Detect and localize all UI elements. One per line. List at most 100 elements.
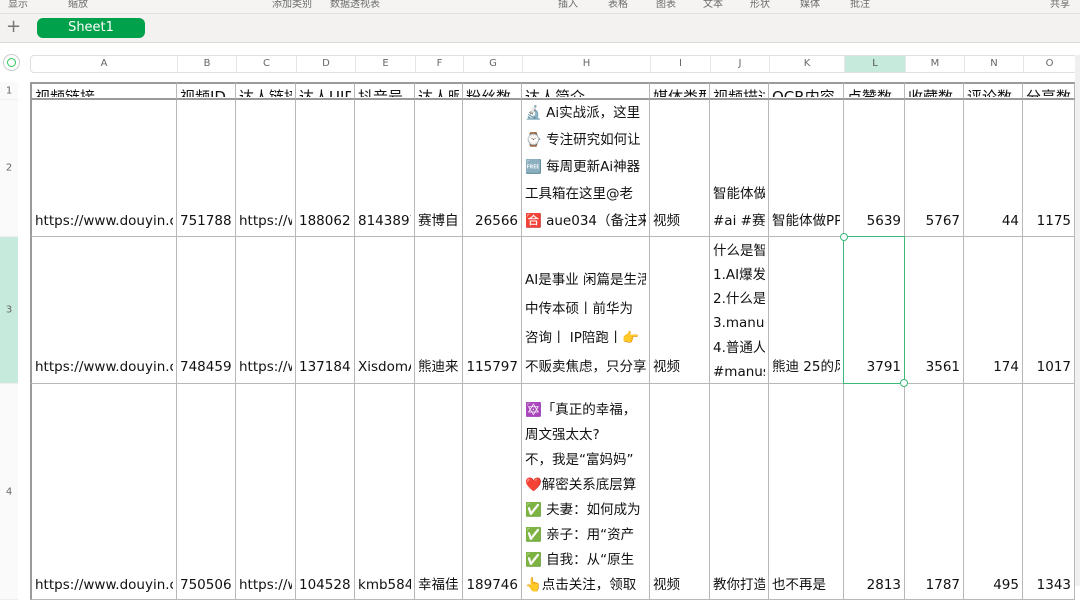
cell-O4[interactable]: 1343: [1023, 384, 1075, 600]
cell-J2[interactable]: 智能体做 #ai #赛博: [710, 100, 769, 237]
column-header-J[interactable]: J: [711, 56, 770, 72]
cell-K2[interactable]: 智能体做PP: [769, 100, 844, 237]
cell-K4[interactable]: 也不再是: [769, 384, 844, 600]
cell-A4[interactable]: https://www.douyin.com: [30, 384, 177, 600]
row-header-1[interactable]: 1: [0, 82, 18, 100]
cell-O1[interactable]: 分享数: [1023, 82, 1075, 100]
cell-L4[interactable]: 2813: [844, 384, 905, 600]
column-header-D[interactable]: D: [297, 56, 356, 72]
cell-D1[interactable]: 达人UID: [296, 82, 355, 100]
column-header-N[interactable]: N: [965, 56, 1024, 72]
cell-D3[interactable]: 13718443: [296, 237, 355, 384]
column-header-G[interactable]: G: [464, 56, 523, 72]
column-header-O[interactable]: O: [1024, 56, 1076, 72]
cell-M2[interactable]: 5767: [905, 100, 964, 237]
cell-N2[interactable]: 44: [964, 100, 1023, 237]
column-header-C[interactable]: C: [237, 56, 297, 72]
plus-icon[interactable]: +: [6, 16, 21, 38]
cell-D4[interactable]: 10452881: [296, 384, 355, 600]
cell-F4[interactable]: 幸福佳: [415, 384, 463, 600]
column-header-K[interactable]: K: [770, 56, 845, 72]
cell-C1[interactable]: 达人链接: [236, 82, 296, 100]
cell-D2[interactable]: 18806287: [296, 100, 355, 237]
cell-L2[interactable]: 5639: [844, 100, 905, 237]
cell-L3[interactable]: 3791: [844, 237, 905, 384]
toolbar-item[interactable]: 文本: [703, 0, 723, 11]
column-header-L[interactable]: L: [845, 56, 906, 72]
column-header-M[interactable]: M: [906, 56, 965, 72]
tab-sheet1[interactable]: Sheet1: [37, 18, 145, 38]
cell-N3[interactable]: 174: [964, 237, 1023, 384]
cell-A2[interactable]: https://www.douyin.com: [30, 100, 177, 237]
cell-I4[interactable]: 视频: [650, 384, 710, 600]
cell-H4[interactable]: 🔯「真正的幸福， 周文强太太? 不，我是“富妈妈” ❤️解密关系底层算 ✅ 夫妻：如何成…: [522, 384, 650, 600]
toolbar-item[interactable]: 共享: [1050, 0, 1070, 11]
cell-C3[interactable]: https://www: [236, 237, 296, 384]
cell-N1[interactable]: 评论数: [964, 82, 1023, 100]
row-header-3[interactable]: 3: [0, 237, 18, 384]
select-all-button[interactable]: [3, 54, 20, 71]
toolbar-item[interactable]: 添加类别: [272, 0, 312, 11]
cell-E2[interactable]: 81438976: [355, 100, 415, 237]
column-header-H[interactable]: H: [523, 56, 651, 72]
cell-C4[interactable]: https://www: [236, 384, 296, 600]
cell-I1[interactable]: 媒体类型: [650, 82, 710, 100]
cell-N4[interactable]: 495: [964, 384, 1023, 600]
cell-I3[interactable]: 视频: [650, 237, 710, 384]
cell-E1[interactable]: 抖音号: [355, 82, 415, 100]
vertical-scrollbar[interactable]: [1075, 55, 1080, 586]
cell-text: 1.AI爆发: [713, 267, 765, 284]
cell-G1[interactable]: 粉丝数: [463, 82, 522, 100]
cell-B4[interactable]: 75050636: [177, 384, 236, 600]
column-header-A[interactable]: A: [31, 56, 178, 72]
toolbar-item[interactable]: 插入: [558, 0, 578, 11]
cell-text: 智能体做PP: [772, 213, 840, 229]
toolbar-item[interactable]: 批注: [850, 0, 870, 11]
cell-J3[interactable]: 什么是智 1.AI爆发 2.什么是 3.manus 4.普通人 #manus #: [710, 237, 769, 384]
cell-E3[interactable]: XisdomAi: [355, 237, 415, 384]
cell-M1[interactable]: 收藏数: [905, 82, 964, 100]
cell-J1[interactable]: 视频描述: [710, 82, 769, 100]
cell-F2[interactable]: 赛博自: [415, 100, 463, 237]
cell-K1[interactable]: OCR内容: [769, 82, 844, 100]
column-header-I[interactable]: I: [651, 56, 711, 72]
toolbar-item[interactable]: 缩放: [68, 0, 88, 11]
cell-B3[interactable]: 74845992: [177, 237, 236, 384]
column-header-B[interactable]: B: [178, 56, 237, 72]
cell-A3[interactable]: https://www.douyin.com: [30, 237, 177, 384]
cell-B2[interactable]: 75178854: [177, 100, 236, 237]
toolbar-item[interactable]: 显示: [8, 0, 28, 11]
toolbar-item[interactable]: 图表: [656, 0, 676, 11]
cell-E4[interactable]: kmb58451: [355, 384, 415, 600]
cell-M3[interactable]: 3561: [905, 237, 964, 384]
column-header-E[interactable]: E: [356, 56, 416, 72]
cell-text: 4.普通人: [713, 339, 765, 356]
cell-I2[interactable]: 视频: [650, 100, 710, 237]
toolbar-item[interactable]: 形状: [750, 0, 770, 11]
cell-O3[interactable]: 1017: [1023, 237, 1075, 384]
row-header-4[interactable]: 4: [0, 384, 18, 600]
cell-H3[interactable]: AI是事业 闲篇是生活 中传本硕丨前华为 咨询丨 IP陪跑丨👉 不贩卖焦虑，只分享: [522, 237, 650, 384]
column-header-F[interactable]: F: [416, 56, 464, 72]
cell-K3[interactable]: 熊迪 25的风: [769, 237, 844, 384]
cell-M4[interactable]: 1787: [905, 384, 964, 600]
cell-text: 🔯「真正的幸福，: [525, 402, 637, 418]
cell-G2[interactable]: 26566: [463, 100, 522, 237]
cell-F1[interactable]: 达人昵称: [415, 82, 463, 100]
row-header-2[interactable]: 2: [0, 100, 18, 237]
cell-text: 咨询丨 IP陪跑丨👉: [525, 330, 640, 346]
cell-A1[interactable]: 视频链接: [30, 82, 177, 100]
cell-B1[interactable]: 视频ID: [177, 82, 236, 100]
cell-O2[interactable]: 1175: [1023, 100, 1075, 237]
cell-L1[interactable]: 点赞数: [844, 82, 905, 100]
cell-J4[interactable]: 教你打造: [710, 384, 769, 600]
cell-F3[interactable]: 熊迪来: [415, 237, 463, 384]
cell-C2[interactable]: https://www: [236, 100, 296, 237]
toolbar-item[interactable]: 数据透视表: [330, 0, 380, 11]
cell-G3[interactable]: 115797: [463, 237, 522, 384]
toolbar-item[interactable]: 媒体: [800, 0, 820, 11]
cell-H2[interactable]: 🔬 Ai实战派，这里 ⌚ 专注研究如何让 🆓 每周更新Ai神器 工具箱在这里@老 🈴 a…: [522, 100, 650, 237]
toolbar-item[interactable]: 表格: [608, 0, 628, 11]
cell-G4[interactable]: 189746: [463, 384, 522, 600]
cell-H1[interactable]: 达人简介: [522, 82, 650, 100]
